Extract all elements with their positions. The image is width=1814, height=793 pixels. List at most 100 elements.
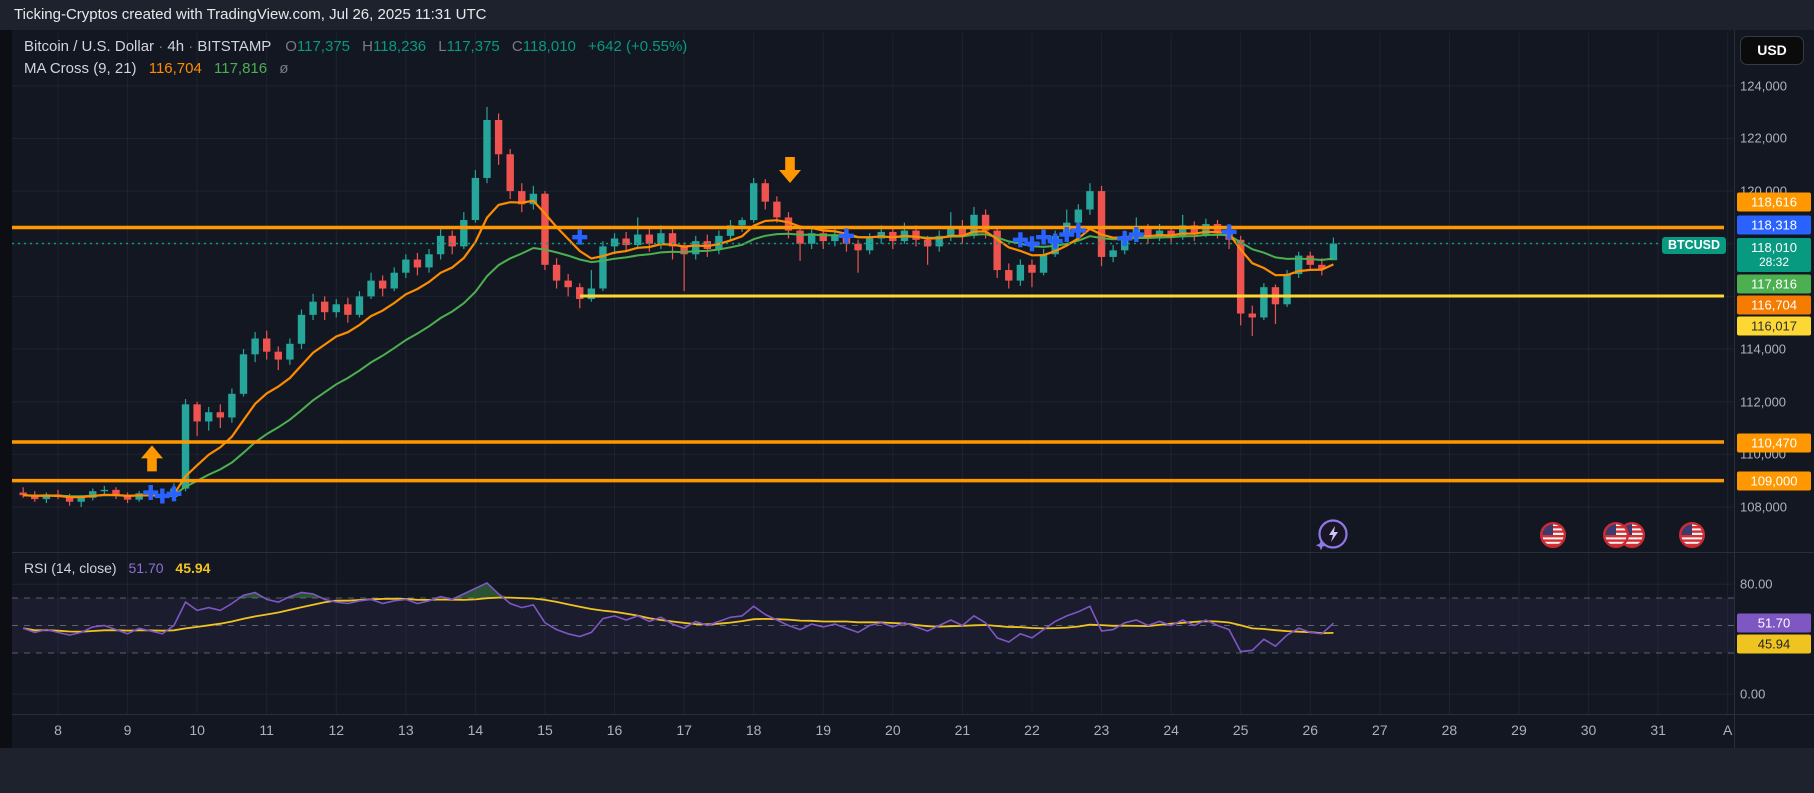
candle — [205, 412, 213, 422]
plus-markers[interactable] — [143, 223, 1237, 504]
time-label-20[interactable]: 20 — [885, 722, 901, 738]
price-tick-122,000: 122,000 — [1740, 130, 1787, 146]
pane-divider[interactable] — [12, 552, 1814, 553]
time-label-A[interactable]: A — [1723, 722, 1732, 738]
plus-marker[interactable] — [838, 228, 854, 244]
time-label-11[interactable]: 11 — [259, 722, 274, 738]
time-label-17[interactable]: 17 — [676, 722, 692, 738]
footer-bar: TradingView — [0, 748, 1814, 793]
time-axis-separator — [12, 714, 1814, 715]
rsi-legend[interactable]: RSI (14, close) 51.70 45.94 — [24, 560, 210, 576]
candle — [355, 296, 364, 315]
time-label-21[interactable]: 21 — [955, 722, 971, 738]
ma-slow-line[interactable] — [23, 232, 1334, 498]
us-flag-icon[interactable] — [1678, 521, 1706, 549]
tradingview-chart-page: Ticking-Cryptos created with TradingView… — [0, 0, 1814, 793]
price-badge-109,000[interactable]: 109,000 — [1737, 471, 1811, 491]
plus-marker[interactable] — [166, 486, 182, 502]
candle — [193, 404, 201, 422]
time-label-30[interactable]: 30 — [1581, 722, 1597, 738]
us-flag-icons[interactable] — [1539, 521, 1706, 549]
rsi-badge-45.94[interactable]: 45.94 — [1737, 634, 1811, 654]
candle — [297, 314, 306, 344]
symbol-legend[interactable]: Bitcoin / U.S. Dollar · 4h · BITSTAMP O1… — [24, 38, 687, 55]
rsi-badge-51.70[interactable]: 51.70 — [1737, 613, 1811, 633]
rsi-ma-value: 45.94 — [175, 560, 211, 576]
candlestick-chart-canvas[interactable] — [0, 0, 1814, 793]
candle — [239, 354, 248, 394]
currency-toggle-button[interactable]: USD — [1740, 36, 1804, 65]
price-badge-110,470[interactable]: 110,470 — [1737, 433, 1811, 453]
time-label-14[interactable]: 14 — [468, 722, 484, 738]
candle — [436, 235, 445, 255]
us-flag-icon[interactable] — [1602, 521, 1630, 549]
down-arrow-icon[interactable] — [779, 157, 801, 184]
time-label-22[interactable]: 22 — [1024, 722, 1040, 738]
candle — [552, 264, 561, 281]
interval-label[interactable]: 4h — [167, 38, 184, 55]
candle — [1260, 287, 1268, 318]
time-label-31[interactable]: 31 — [1650, 722, 1666, 738]
time-label-12[interactable]: 12 — [328, 722, 344, 738]
open-label: O — [285, 38, 297, 55]
time-label-13[interactable]: 13 — [398, 722, 414, 738]
us-flag-icon[interactable] — [1539, 521, 1567, 549]
rsi-name[interactable]: RSI — [24, 560, 47, 576]
indicator-ghost-icon[interactable]: ø — [279, 60, 288, 77]
candle — [587, 288, 596, 300]
candle — [599, 246, 607, 289]
up-arrow-icon[interactable] — [141, 445, 163, 472]
candle — [773, 201, 781, 218]
indicator-name[interactable]: MA Cross — [24, 60, 89, 77]
time-label-23[interactable]: 23 — [1094, 722, 1110, 738]
candle — [610, 238, 619, 247]
time-label-28[interactable]: 28 — [1442, 722, 1458, 738]
plus-marker[interactable] — [572, 229, 588, 245]
price-level-lines[interactable] — [12, 225, 1724, 483]
rsi-overbought-fill — [23, 582, 1334, 598]
time-label-10[interactable]: 10 — [189, 722, 205, 738]
time-label-27[interactable]: 27 — [1372, 722, 1388, 738]
time-label-25[interactable]: 25 — [1233, 722, 1249, 738]
candle — [1097, 191, 1106, 257]
candle — [494, 120, 503, 155]
lightning-idea-icon[interactable] — [1315, 519, 1348, 551]
candle — [274, 351, 282, 360]
candle — [251, 338, 259, 355]
time-label-19[interactable]: 19 — [815, 722, 831, 738]
candle — [1329, 243, 1338, 261]
time-label-8[interactable]: 8 — [54, 722, 62, 738]
candle — [912, 230, 920, 240]
symbol-title[interactable]: Bitcoin / U.S. Dollar — [24, 38, 154, 55]
candle — [645, 234, 654, 244]
time-label-16[interactable]: 16 — [607, 722, 623, 738]
ma-cross-legend[interactable]: MA Cross (9, 21) 116,704 117,816 ø — [24, 60, 288, 77]
price-badge-117,816[interactable]: 117,816 — [1737, 274, 1811, 294]
candle — [506, 154, 514, 192]
legend-separator: · — [188, 38, 194, 55]
candle — [796, 230, 804, 244]
time-label-9[interactable]: 9 — [124, 722, 132, 738]
rsi-tick-0.00: 0.00 — [1740, 686, 1766, 702]
price-badge-116,017[interactable]: 116,017 — [1737, 316, 1811, 336]
candle — [1039, 254, 1048, 273]
price-badge-118,010[interactable]: 118,010 28:32 — [1737, 238, 1811, 272]
ma-slow-value: 117,816 — [214, 60, 268, 77]
exchange-label[interactable]: BITSTAMP — [197, 38, 271, 55]
time-label-18[interactable]: 18 — [746, 722, 762, 738]
low-label: L — [438, 38, 447, 55]
candle — [100, 489, 109, 492]
candle — [77, 497, 85, 502]
price-badge-118,318[interactable]: 118,318 — [1737, 215, 1811, 235]
candle — [425, 254, 433, 268]
ticker-price-line-tag[interactable]: BTCUSD — [1662, 237, 1726, 254]
price-tick-112,000: 112,000 — [1740, 394, 1787, 410]
price-badge-116,704[interactable]: 116,704 — [1737, 295, 1811, 315]
time-label-24[interactable]: 24 — [1163, 722, 1179, 738]
candle — [1074, 209, 1083, 223]
time-label-26[interactable]: 26 — [1302, 722, 1318, 738]
rsi-pane[interactable] — [12, 581, 1734, 654]
time-label-15[interactable]: 15 — [537, 722, 553, 738]
price-badge-118,616[interactable]: 118,616 — [1737, 192, 1811, 212]
time-label-29[interactable]: 29 — [1511, 722, 1527, 738]
